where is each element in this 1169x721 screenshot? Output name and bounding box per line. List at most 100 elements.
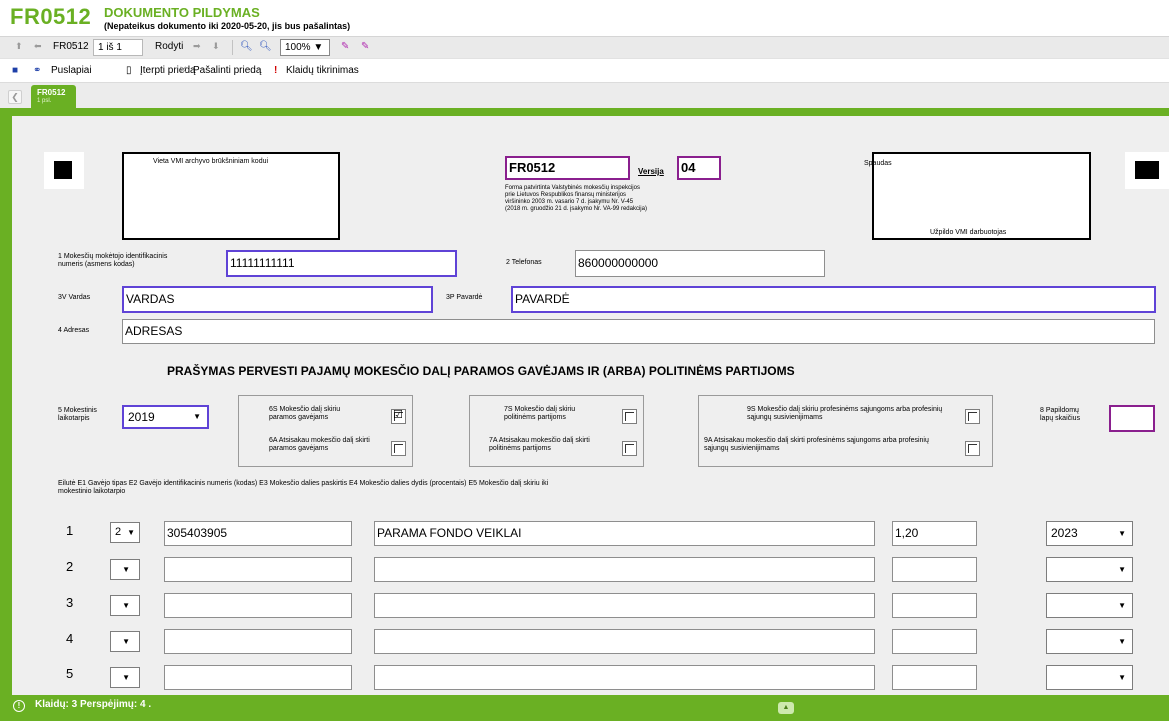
- vmi-fills-label: Užpildo VMI darbuotojas: [930, 229, 1007, 236]
- recipient-type-select[interactable]: ▼: [110, 595, 140, 616]
- error-check-icon[interactable]: !: [274, 65, 277, 76]
- tax-period-value: 2019: [128, 410, 155, 424]
- last-page-icon[interactable]: ⬇: [212, 41, 220, 52]
- form-area: Vieta VMI archyvo brūkšniniam kodui FR05…: [12, 116, 1169, 695]
- last-name-field[interactable]: PAVARDĖ: [511, 286, 1156, 313]
- recipient-type-select[interactable]: ▼: [110, 559, 140, 580]
- version-field[interactable]: 04: [677, 156, 721, 180]
- chevron-down-icon: ▼: [1118, 601, 1126, 610]
- zoom-select[interactable]: 100% ▼: [280, 39, 330, 56]
- phone-field[interactable]: 860000000000: [575, 250, 825, 277]
- stamp-label: Spaudas: [864, 160, 892, 167]
- error-check-button[interactable]: Klaidų tikrinimas: [286, 65, 359, 76]
- recipient-code-field[interactable]: [164, 629, 352, 654]
- purpose-field[interactable]: PARAMA FONDO VEIKLAI: [374, 521, 875, 546]
- recipient-code-field[interactable]: [164, 593, 352, 618]
- percent-field[interactable]: [892, 557, 977, 582]
- extra-pages-label: 8 Papildomų lapų skaičius: [1040, 407, 1081, 422]
- recipient-code-field[interactable]: [164, 557, 352, 582]
- row-number: 2: [66, 559, 74, 574]
- toolbar-divider: [232, 40, 233, 55]
- zoom-in-icon[interactable]: 🔍︎: [259, 41, 272, 52]
- warning-icon: !: [13, 700, 25, 712]
- zoom-value: 100%: [285, 42, 311, 53]
- purpose-field[interactable]: [374, 557, 875, 582]
- checkmark-icon: ☑︎: [393, 409, 403, 421]
- trade-unions-group: 9S Mokesčio dalį skiriu profesinėms sąju…: [698, 395, 993, 467]
- recipient-type-select[interactable]: ▼: [110, 631, 140, 652]
- zoom-out-icon[interactable]: 🔍︎: [240, 41, 253, 52]
- first-name-field[interactable]: VARDAS: [122, 286, 433, 313]
- address-label: 4 Adresas: [58, 327, 90, 334]
- address-field[interactable]: ADRESAS: [122, 319, 1155, 344]
- until-year-select[interactable]: 2023 ▼: [1046, 521, 1133, 546]
- vmi-archive-label: Vieta VMI archyvo brūkšniniam kodui: [153, 158, 269, 165]
- version-label: Versija: [638, 167, 664, 176]
- percent-field[interactable]: [892, 593, 977, 618]
- table-header: Eilutė E1 Gavėjo tipas E2 Gavėjo identif…: [58, 480, 549, 495]
- option-6s-checkbox[interactable]: ☑︎: [391, 409, 406, 424]
- pages-icon[interactable]: ⚭: [33, 65, 41, 76]
- option-9a-label: 9A Atsisakau mokesčio dalį skirti profes…: [704, 437, 929, 452]
- option-6a-checkbox[interactable]: [391, 441, 406, 456]
- status-bar: ! Klaidų: 3 Perspėjimų: 4 . ▲: [0, 695, 1169, 721]
- option-7a-checkbox[interactable]: [622, 441, 637, 456]
- until-year-select[interactable]: ▼: [1046, 593, 1133, 618]
- back-arrow-icon[interactable]: ❮: [8, 90, 22, 104]
- chevron-down-icon: ▼: [1118, 673, 1126, 682]
- row-number: 5: [66, 666, 74, 681]
- option-7s-checkbox[interactable]: [622, 409, 637, 424]
- pages-button[interactable]: Puslapiai: [51, 65, 92, 76]
- taxpayer-id-label: 1 Mokesčių mokėtojo identifikacinis numer…: [58, 253, 168, 268]
- chevron-down-icon: ▼: [193, 412, 201, 421]
- percent-field[interactable]: [892, 629, 977, 654]
- save-icon[interactable]: ■: [12, 65, 18, 76]
- first-name-label: 3V Vardas: [58, 294, 91, 301]
- purpose-field[interactable]: [374, 629, 875, 654]
- form-code-field[interactable]: FR0512: [505, 156, 630, 180]
- toolbar-doc-code: FR0512: [53, 41, 89, 52]
- until-year-select[interactable]: ▼: [1046, 629, 1133, 654]
- edit-icon[interactable]: ✎: [341, 41, 349, 52]
- until-year-select[interactable]: ▼: [1046, 665, 1133, 690]
- stamp-box: Spaudas Užpildo VMI darbuotojas: [864, 152, 1091, 240]
- until-year-select[interactable]: ▼: [1046, 557, 1133, 582]
- page-counter-input[interactable]: 1 iš 1: [93, 39, 143, 56]
- show-label: Rodyti: [155, 41, 184, 52]
- recipient-code-field[interactable]: [164, 665, 352, 690]
- recipient-code-field[interactable]: 305403905: [164, 521, 352, 546]
- phone-label: 2 Telefonas: [506, 259, 542, 266]
- expand-up-icon[interactable]: ▲: [778, 702, 794, 714]
- insert-attachment-icon[interactable]: ▯: [126, 65, 132, 76]
- document-code: FR0512: [10, 4, 92, 29]
- extra-pages-field[interactable]: [1109, 405, 1155, 432]
- recipient-type-select[interactable]: ▼: [110, 667, 140, 688]
- recipient-type-select[interactable]: 2 ▼: [110, 522, 140, 543]
- tab-page-label: 1 psl.: [37, 98, 52, 104]
- approval-text: Forma patvirtinta Valstybinės mokesčių i…: [505, 185, 647, 212]
- support-recipients-group: 6S Mokesčio dalį skiriu paramos gavėjams …: [238, 395, 413, 467]
- percent-field[interactable]: [892, 665, 977, 690]
- row-number: 4: [66, 631, 74, 646]
- taxpayer-id-field[interactable]: 11111111111: [226, 250, 457, 277]
- page-subtitle: (Nepateikus dokumento iki 2020-05-20, ji…: [104, 21, 351, 31]
- percent-field[interactable]: 1,20: [892, 521, 977, 546]
- purpose-field[interactable]: [374, 665, 875, 690]
- option-9a-checkbox[interactable]: [965, 441, 980, 456]
- remove-attachment-icon[interactable]: ✕: [179, 65, 187, 76]
- next-page-icon[interactable]: ➡: [193, 41, 201, 52]
- chevron-down-icon: ▼: [1118, 529, 1126, 538]
- chevron-down-icon: ▼: [122, 637, 130, 646]
- edit-all-icon[interactable]: ✎: [361, 41, 369, 52]
- app-header: FR0512 DOKUMENTO PILDYMAS (Nepateikus do…: [0, 0, 1169, 36]
- purpose-field[interactable]: [374, 593, 875, 618]
- option-9s-label: 9S Mokesčio dalį skiriu profesinėms sąju…: [747, 406, 943, 421]
- tax-period-select[interactable]: 2019 ▼: [122, 405, 209, 429]
- option-9s-checkbox[interactable]: [965, 409, 980, 424]
- remove-attachment-button[interactable]: Pašalinti priedą: [193, 65, 261, 76]
- status-text[interactable]: Klaidų: 3 Perspėjimų: 4 .: [35, 699, 151, 710]
- previous-page-icon[interactable]: ⬅: [34, 41, 42, 52]
- last-name-label: 3P Pavardė: [446, 294, 483, 301]
- tab-fr0512[interactable]: FR0512 1 psl.: [31, 85, 76, 110]
- first-page-icon[interactable]: ⬆: [15, 41, 23, 52]
